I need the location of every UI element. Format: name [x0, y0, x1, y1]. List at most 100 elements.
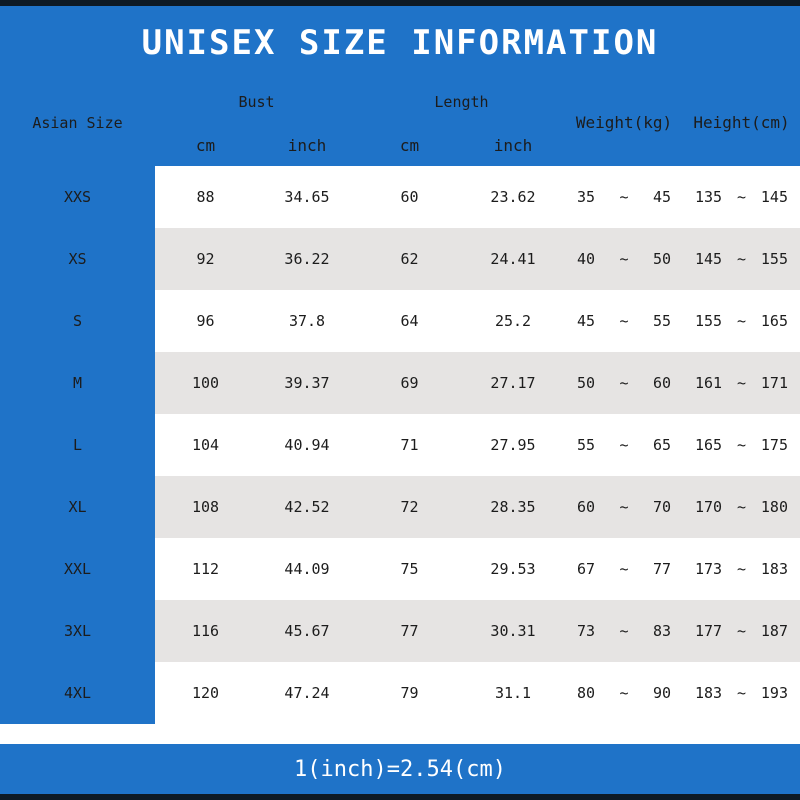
range-separator-icon: ~ [736, 622, 747, 640]
bottom-edge-bar [0, 794, 800, 800]
header-row-group: Asian Size Bust Length Weight(kg) Height… [0, 79, 800, 166]
weight-range: 35 ~ 45 [565, 166, 683, 228]
weight-min: 50 [577, 374, 596, 392]
height-range: 161 ~ 171 [683, 352, 800, 414]
weight-min: 40 [577, 250, 596, 268]
height-max: 165 [760, 312, 788, 330]
cell-height-range: 145 ~ 155 [683, 228, 800, 290]
range-separator-icon: ~ [736, 684, 747, 702]
height-min: 155 [695, 312, 723, 330]
table-row: XS 92 36.22 62 24.41 40 ~ 50 145 ~ 155 [0, 228, 800, 290]
weight-min: 80 [577, 684, 596, 702]
header-asian-size: Asian Size [0, 79, 155, 166]
cell-bust-inch: 36.22 [256, 228, 358, 290]
weight-min: 35 [577, 188, 596, 206]
cell-weight-range: 60 ~ 70 [565, 476, 683, 538]
row-size-label: S [0, 290, 155, 352]
footer-bar: 1(inch)=2.54(cm) [0, 744, 800, 794]
height-max: 187 [760, 622, 788, 640]
height-range: 165 ~ 175 [683, 414, 800, 476]
weight-min: 67 [577, 560, 596, 578]
cell-bust-cm: 88 [155, 166, 256, 228]
cell-length-inch: 27.95 [461, 414, 565, 476]
cell-weight-range: 80 ~ 90 [565, 662, 683, 724]
range-separator-icon: ~ [736, 436, 747, 454]
table-row: M 100 39.37 69 27.17 50 ~ 60 161 ~ 171 [0, 352, 800, 414]
cell-weight-range: 73 ~ 83 [565, 600, 683, 662]
height-min: 183 [695, 684, 723, 702]
weight-max: 45 [652, 188, 671, 206]
height-max: 155 [760, 250, 788, 268]
range-separator-icon: ~ [619, 560, 629, 578]
weight-max: 90 [652, 684, 671, 702]
cell-bust-inch: 39.37 [256, 352, 358, 414]
range-separator-icon: ~ [736, 250, 747, 268]
cell-weight-range: 50 ~ 60 [565, 352, 683, 414]
cell-weight-range: 45 ~ 55 [565, 290, 683, 352]
cell-length-inch: 24.41 [461, 228, 565, 290]
table-row: 4XL 120 47.24 79 31.1 80 ~ 90 183 ~ 193 [0, 662, 800, 724]
page-title: UNISEX SIZE INFORMATION [141, 22, 659, 63]
cell-bust-cm: 96 [155, 290, 256, 352]
height-range: 170 ~ 180 [683, 476, 800, 538]
range-separator-icon: ~ [619, 436, 629, 454]
weight-range: 60 ~ 70 [565, 476, 683, 538]
cell-length-cm: 62 [358, 228, 461, 290]
cell-height-range: 135 ~ 145 [683, 166, 800, 228]
header-bust-cm: cm [155, 124, 256, 166]
cell-bust-cm: 92 [155, 228, 256, 290]
cell-length-cm: 72 [358, 476, 461, 538]
cell-length-inch: 31.1 [461, 662, 565, 724]
range-separator-icon: ~ [619, 374, 629, 392]
cell-height-range: 170 ~ 180 [683, 476, 800, 538]
header-bust-inch: inch [256, 124, 358, 166]
cell-length-inch: 27.17 [461, 352, 565, 414]
range-separator-icon: ~ [619, 188, 629, 206]
weight-range: 80 ~ 90 [565, 662, 683, 724]
height-range: 155 ~ 165 [683, 290, 800, 352]
range-separator-icon: ~ [736, 312, 747, 330]
cell-length-cm: 77 [358, 600, 461, 662]
row-size-label: XXL [0, 538, 155, 600]
cell-bust-inch: 34.65 [256, 166, 358, 228]
height-min: 161 [695, 374, 723, 392]
height-range: 177 ~ 187 [683, 600, 800, 662]
row-size-label: L [0, 414, 155, 476]
cell-length-cm: 79 [358, 662, 461, 724]
weight-max: 55 [652, 312, 671, 330]
height-max: 171 [760, 374, 788, 392]
cell-length-inch: 23.62 [461, 166, 565, 228]
weight-min: 45 [577, 312, 596, 330]
height-min: 173 [695, 560, 723, 578]
height-max: 145 [760, 188, 788, 206]
size-chart-page: UNISEX SIZE INFORMATION Asian Size Bust … [0, 0, 800, 800]
height-min: 145 [695, 250, 723, 268]
cell-bust-inch: 40.94 [256, 414, 358, 476]
cell-bust-cm: 112 [155, 538, 256, 600]
weight-range: 50 ~ 60 [565, 352, 683, 414]
height-max: 183 [760, 560, 788, 578]
cell-weight-range: 67 ~ 77 [565, 538, 683, 600]
cell-length-inch: 29.53 [461, 538, 565, 600]
size-information-table: Asian Size Bust Length Weight(kg) Height… [0, 79, 800, 724]
row-size-label: XXS [0, 166, 155, 228]
height-min: 165 [695, 436, 723, 454]
row-size-label: M [0, 352, 155, 414]
height-max: 175 [760, 436, 788, 454]
height-range: 173 ~ 183 [683, 538, 800, 600]
weight-max: 65 [652, 436, 671, 454]
cell-height-range: 155 ~ 165 [683, 290, 800, 352]
weight-max: 83 [652, 622, 671, 640]
row-size-label: XS [0, 228, 155, 290]
cell-bust-cm: 120 [155, 662, 256, 724]
table-row: XL 108 42.52 72 28.35 60 ~ 70 170 ~ 180 [0, 476, 800, 538]
height-min: 177 [695, 622, 723, 640]
cell-height-range: 173 ~ 183 [683, 538, 800, 600]
cell-weight-range: 55 ~ 65 [565, 414, 683, 476]
cell-bust-cm: 116 [155, 600, 256, 662]
cell-length-inch: 30.31 [461, 600, 565, 662]
cell-height-range: 165 ~ 175 [683, 414, 800, 476]
weight-max: 77 [652, 560, 671, 578]
range-separator-icon: ~ [736, 188, 747, 206]
range-separator-icon: ~ [736, 374, 747, 392]
